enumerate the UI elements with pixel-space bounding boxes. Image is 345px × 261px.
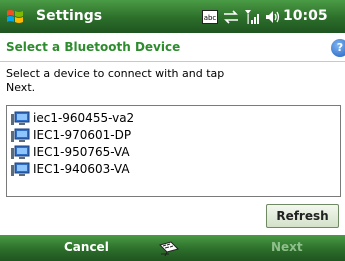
signal-strength-icon[interactable] [244, 9, 260, 25]
device-item-1[interactable]: IEC1-970601-DP [11, 127, 131, 143]
device-label: IEC1-940603-VA [33, 162, 130, 176]
computer-icon [11, 162, 30, 176]
instructions-text: Select a device to connect with and tap … [6, 67, 225, 94]
device-label: iec1-960455-va2 [33, 111, 135, 125]
status-icons: abc [202, 6, 281, 28]
volume-icon[interactable] [265, 10, 281, 24]
device-list[interactable]: iec1-960455-va2 IEC1-970601-DP IEC1-9507… [6, 105, 341, 197]
keyboard-icon[interactable] [157, 239, 181, 257]
computer-icon [11, 128, 30, 142]
input-mode-label: abc [204, 14, 217, 22]
next-softkey: Next [271, 240, 303, 254]
device-label: IEC1-970601-DP [33, 128, 132, 142]
softkey-bar: Cancel Next [0, 235, 345, 261]
page-title: Select a Bluetooth Device [6, 40, 181, 54]
page-header: Select a Bluetooth Device ? [0, 33, 345, 62]
refresh-button[interactable]: Refresh [266, 204, 339, 228]
help-button[interactable]: ? [331, 39, 345, 57]
device-label: IEC1-950765-VA [33, 145, 130, 159]
computer-icon [11, 145, 30, 159]
windows-start-icon[interactable] [4, 6, 26, 28]
device-item-3[interactable]: IEC1-940603-VA [11, 161, 130, 177]
device-item-2[interactable]: IEC1-950765-VA [11, 144, 130, 160]
clock[interactable]: 10:05 [283, 8, 328, 24]
app-title: Settings [36, 8, 103, 24]
input-mode-icon[interactable]: abc [202, 10, 218, 24]
connectivity-icon[interactable] [223, 10, 239, 24]
cancel-softkey[interactable]: Cancel [64, 240, 109, 254]
device-item-0[interactable]: iec1-960455-va2 [11, 110, 134, 126]
computer-icon [11, 111, 30, 125]
title-bar: Settings abc 10:05 [0, 0, 345, 33]
